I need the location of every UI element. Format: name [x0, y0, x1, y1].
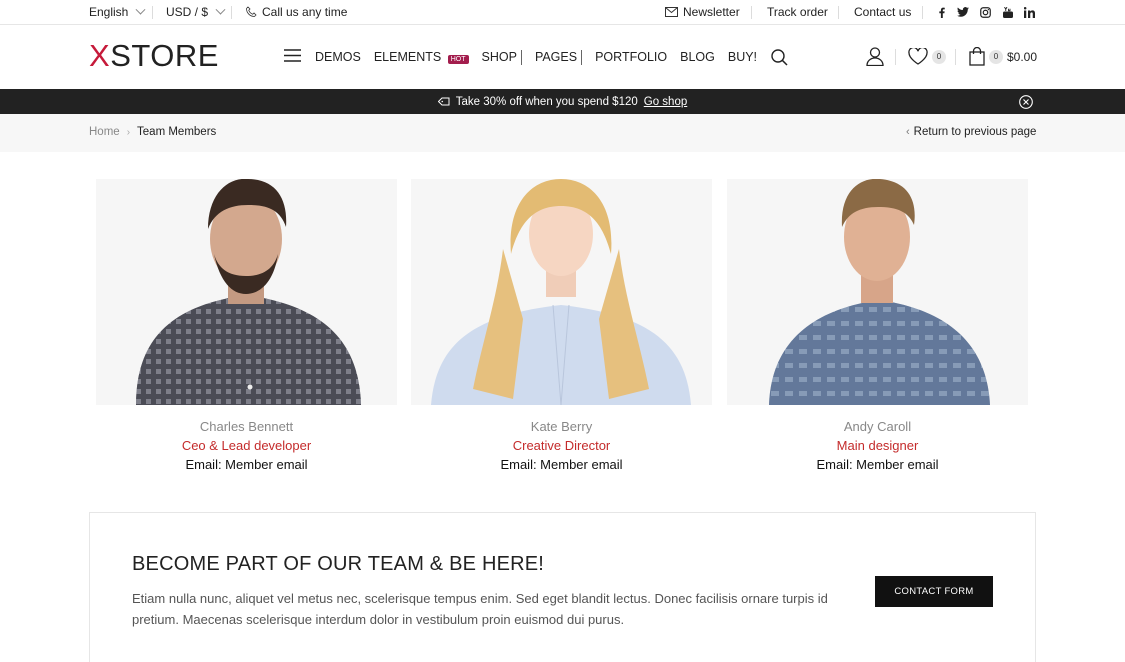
team-member-card: Andy Caroll Main designer Email: Member … [727, 179, 1028, 479]
youtube-icon[interactable] [1003, 0, 1013, 24]
nav-blog[interactable]: BLOG [680, 50, 715, 64]
twitter-icon[interactable] [957, 0, 969, 24]
cart-button[interactable]: 0 $0.00 [969, 47, 1037, 66]
nav-pages-label: PAGES [534, 50, 578, 64]
back-link[interactable]: ‹ Return to previous page [906, 126, 1036, 138]
chevron-down-icon [135, 4, 146, 15]
member-name: Charles Bennett [199, 419, 294, 434]
member-photo [411, 179, 712, 405]
divider [838, 6, 839, 19]
track-order-link[interactable]: Track order [767, 0, 828, 24]
shopping-bag-icon [969, 47, 985, 66]
member-role: Main designer [836, 438, 919, 453]
join-team-section: BECOME PART OF OUR TEAM & BE HERE! Etiam… [89, 512, 1036, 662]
language-selector[interactable]: English [89, 0, 146, 24]
close-icon[interactable] [1019, 95, 1033, 109]
promo-bar: Take 30% off when you spend $120 Go shop [0, 89, 1125, 114]
phone-label: Call us any time [262, 5, 348, 19]
cart-total: $0.00 [1007, 49, 1038, 64]
newsletter-label: Newsletter [683, 5, 740, 19]
newsletter-link[interactable]: Newsletter [665, 0, 740, 24]
logo-wordmark: STORE [110, 38, 219, 73]
chevron-left-icon: ‹ [906, 126, 910, 138]
breadcrumb-home[interactable]: Home [89, 126, 120, 138]
contact-form-button[interactable]: CONTACT FORM [875, 576, 993, 607]
site-logo[interactable]: X STORE [89, 38, 219, 73]
wishlist-button[interactable]: 0 [908, 48, 946, 65]
breadcrumb: Home › Team Members [89, 126, 216, 138]
logo-x: X [89, 38, 111, 73]
member-email: Email: Member email [500, 457, 623, 472]
currency-selector[interactable]: USD / $ [166, 0, 226, 24]
hamburger-menu-icon[interactable] [284, 49, 301, 62]
divider [751, 6, 752, 19]
promo-text: Take 30% off when you spend $120 [455, 95, 638, 108]
member-name: Andy Caroll [843, 419, 912, 434]
member-role: Creative Director [512, 438, 611, 453]
phone-icon [245, 6, 257, 18]
search-icon[interactable] [771, 48, 788, 66]
member-email: Email: Member email [816, 457, 939, 472]
member-photo [727, 179, 1028, 405]
chevron-right-icon: › [126, 126, 131, 138]
linkedin-icon[interactable] [1024, 0, 1035, 24]
nav-demos[interactable]: DEMOS [315, 50, 361, 64]
member-photo [96, 179, 397, 405]
track-order-label: Track order [767, 5, 828, 19]
top-bar: English USD / $ Call us any time Newslet… [0, 0, 1125, 25]
contact-label: Contact us [854, 5, 912, 19]
member-name: Kate Berry [530, 419, 593, 434]
divider [895, 49, 896, 65]
team-member-card: Charles Bennett Ceo & Lead developer Ema… [96, 179, 397, 479]
cart-count: 0 [989, 49, 1003, 64]
join-title: BECOME PART OF OUR TEAM & BE HERE! [132, 553, 545, 575]
wishlist-count: 0 [932, 49, 946, 64]
heart-icon [908, 48, 928, 65]
chevron-down-icon [520, 50, 522, 65]
tag-icon [437, 97, 450, 106]
nav-elements-label: ELEMENTS [373, 50, 442, 64]
account-icon[interactable] [866, 47, 884, 66]
nav-pages[interactable]: PAGES [534, 50, 583, 65]
nav-portfolio[interactable]: PORTFOLIO [595, 50, 667, 64]
currency-label: USD / $ [166, 5, 209, 19]
member-role: Ceo & Lead developer [181, 438, 312, 453]
team-member-card: Kate Berry Creative Director Email: Memb… [411, 179, 712, 479]
hot-badge: HOT [447, 55, 469, 64]
back-label: Return to previous page [913, 126, 1037, 138]
language-label: English [89, 5, 129, 19]
facebook-icon[interactable] [938, 0, 946, 24]
member-email: Email: Member email [185, 457, 308, 472]
promo-link[interactable]: Go shop [644, 96, 687, 108]
nav-elements[interactable]: ELEMENTS HOT [374, 50, 469, 64]
contact-link[interactable]: Contact us [854, 0, 911, 24]
phone-link[interactable]: Call us any time [245, 0, 347, 24]
nav-shop-label: SHOP [481, 50, 517, 64]
nav-buy[interactable]: BUY! [728, 50, 757, 64]
divider [152, 6, 153, 19]
mail-icon [665, 7, 678, 17]
join-text: Etiam nulla nunc, aliquet vel metus nec,… [132, 591, 828, 627]
chevron-down-icon [215, 4, 226, 15]
divider [955, 49, 956, 65]
divider [922, 6, 923, 19]
instagram-icon[interactable] [980, 0, 991, 24]
breadcrumb-current: Team Members [137, 126, 217, 138]
divider [231, 6, 232, 19]
nav-shop[interactable]: SHOP [481, 50, 522, 65]
chevron-down-icon [581, 50, 583, 65]
